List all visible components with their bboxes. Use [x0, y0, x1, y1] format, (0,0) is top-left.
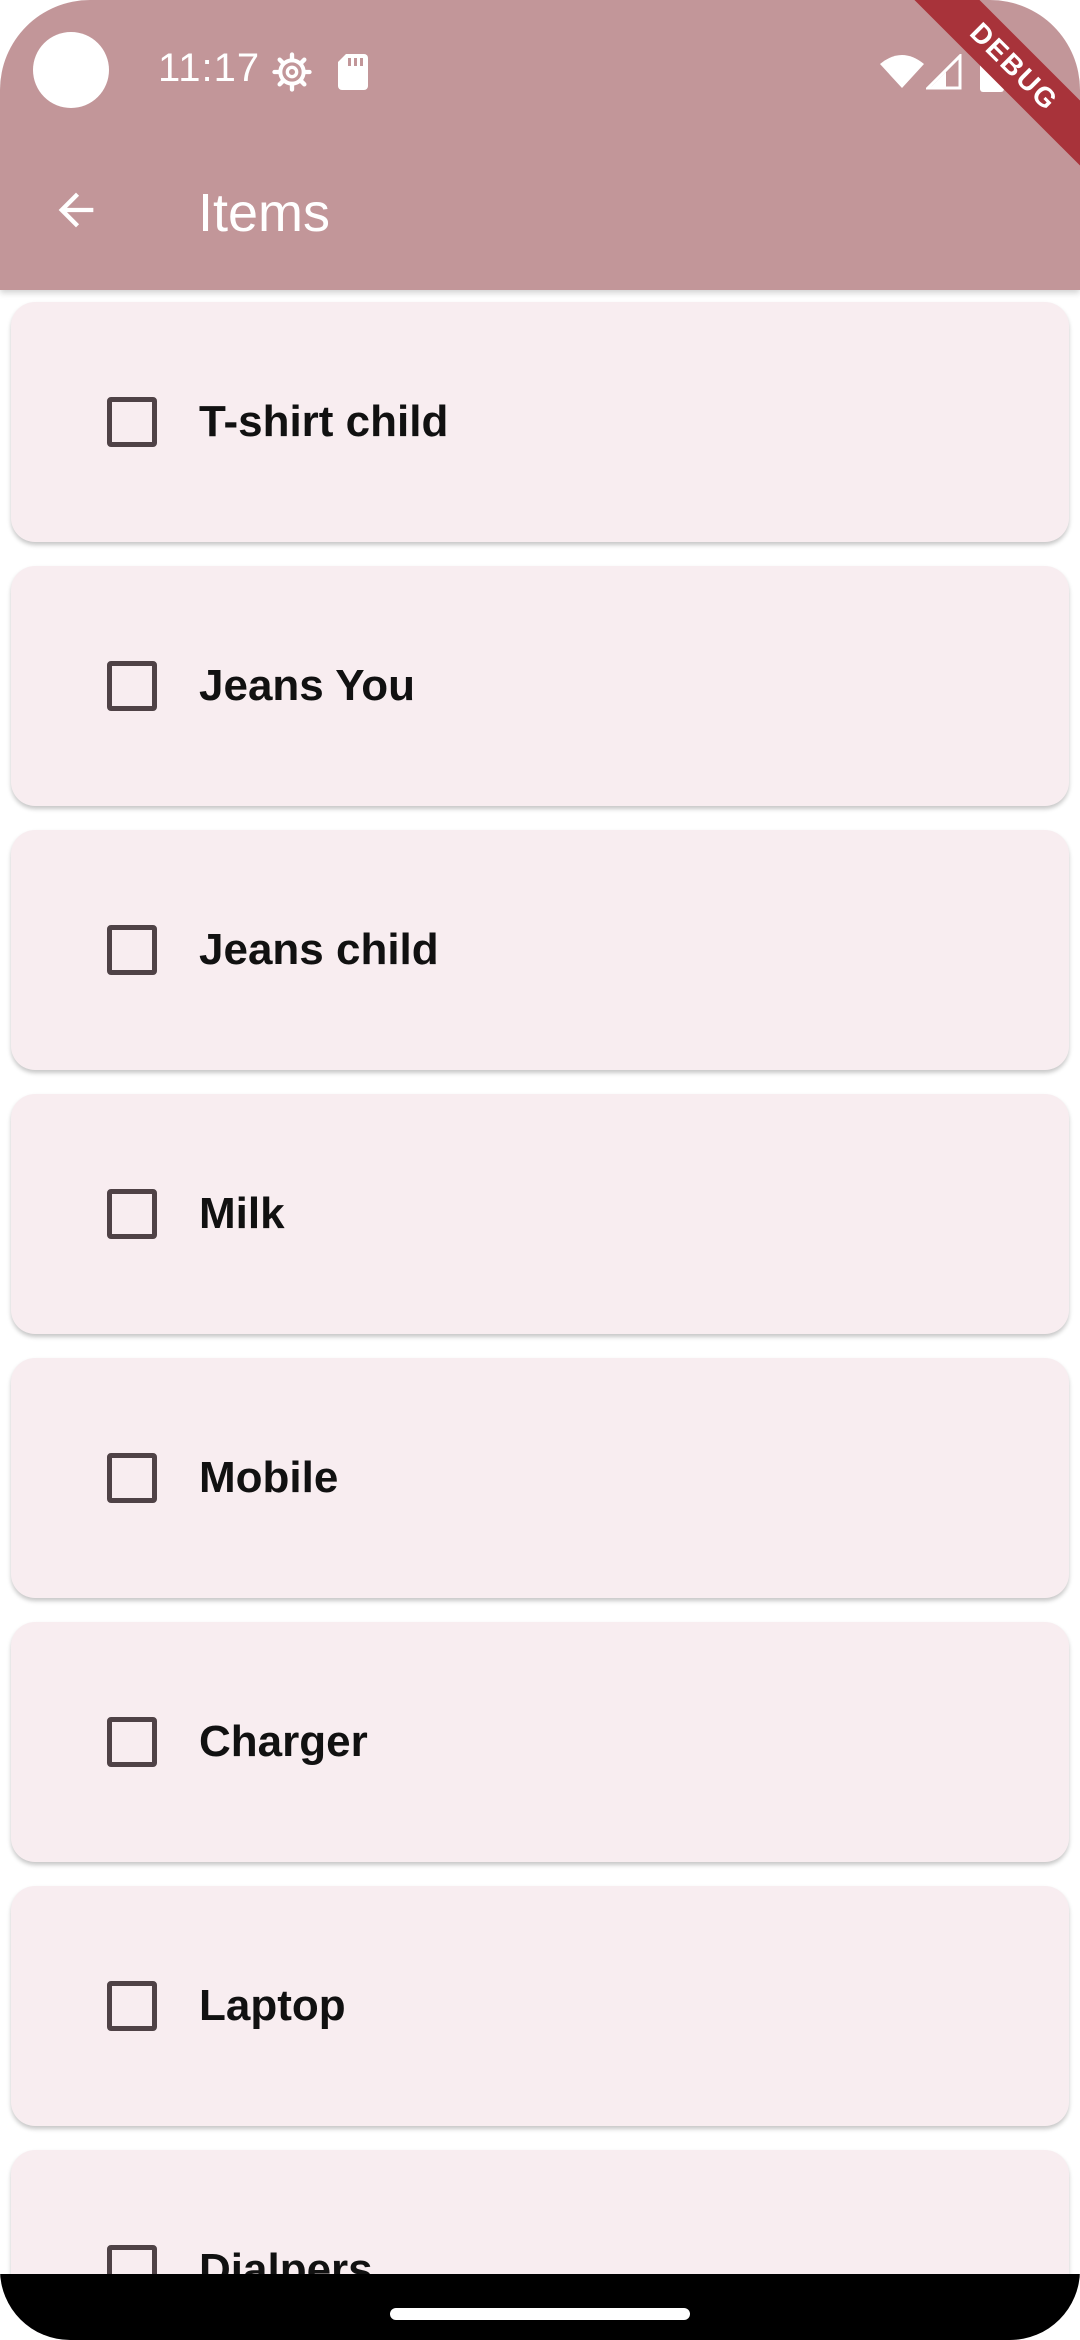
page-title: Items	[198, 183, 331, 243]
item-label: Laptop	[199, 1981, 346, 2030]
item-label: Mobile	[199, 1453, 339, 1502]
list-item[interactable]: Laptop	[11, 1886, 1069, 2126]
camera-cutout	[33, 32, 109, 108]
navigation-bar	[0, 2274, 1080, 2340]
list-item[interactable]: T-shirt child	[11, 302, 1069, 542]
status-time: 11:17	[158, 46, 261, 90]
item-checkbox[interactable]	[107, 925, 157, 975]
item-checkbox[interactable]	[107, 661, 157, 711]
list-item[interactable]: Milk	[11, 1094, 1069, 1334]
sd-card-icon	[338, 54, 368, 90]
item-label: Milk	[199, 1189, 285, 1238]
home-gesture-handle[interactable]	[390, 2308, 690, 2320]
item-checkbox[interactable]	[107, 1453, 157, 1503]
settings-gear-icon	[272, 52, 312, 92]
item-label: Jeans You	[199, 661, 416, 710]
debug-banner: DEBUG	[880, 0, 1080, 200]
list-item[interactable]: Mobile	[11, 1358, 1069, 1598]
item-checkbox[interactable]	[107, 1189, 157, 1239]
list-item[interactable]: Jeans You	[11, 566, 1069, 806]
item-checkbox[interactable]	[107, 1981, 157, 2031]
list-item[interactable]: Charger	[11, 1622, 1069, 1862]
screen: 11:17 Items DEBUG T-shirt child Jeans Yo…	[0, 0, 1080, 2340]
item-label: Charger	[199, 1717, 368, 1766]
item-label: T-shirt child	[199, 397, 449, 446]
arrow-left-icon	[58, 192, 94, 228]
debug-banner-label: DEBUG	[891, 0, 1080, 190]
item-label: Jeans child	[199, 925, 439, 974]
item-checkbox[interactable]	[107, 397, 157, 447]
list-item[interactable]: Jeans child	[11, 830, 1069, 1070]
item-checkbox[interactable]	[107, 1717, 157, 1767]
back-button[interactable]	[36, 170, 116, 250]
